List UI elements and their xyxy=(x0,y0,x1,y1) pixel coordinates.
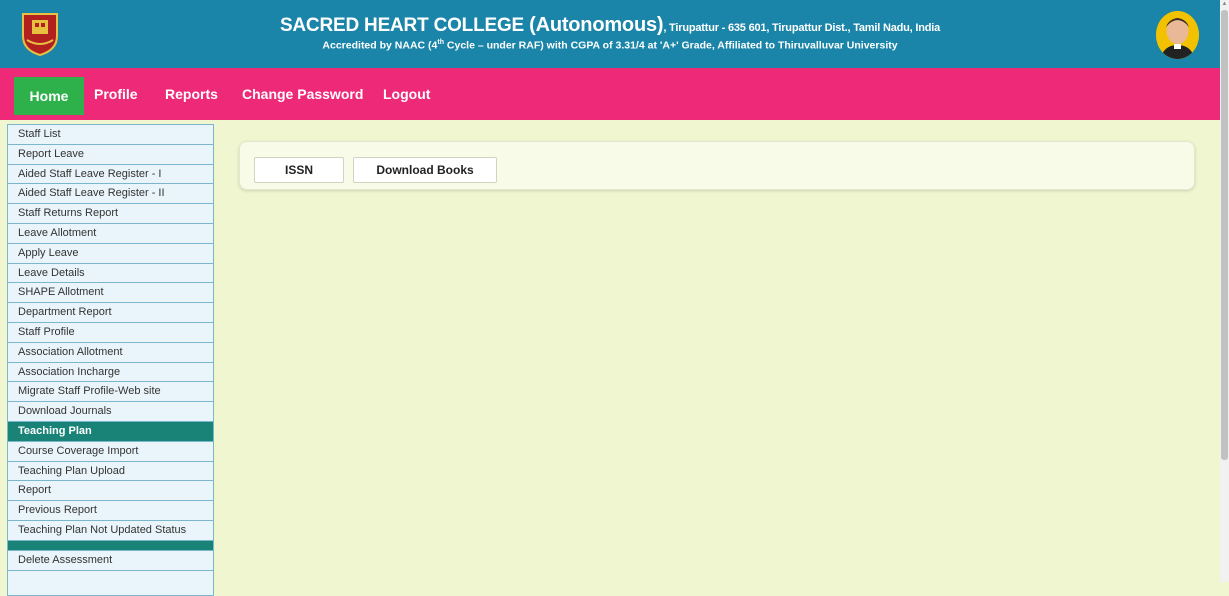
sidebar-menu: Staff List Report Leave Aided Staff Leav… xyxy=(7,124,214,596)
page-scrollbar[interactable]: ▲ xyxy=(1220,0,1229,582)
avatar xyxy=(1156,11,1199,59)
tab-issn[interactable]: ISSN xyxy=(254,157,344,183)
sidebar-item-staff-returns-report[interactable]: Staff Returns Report xyxy=(8,204,213,224)
nav-logout[interactable]: Logout xyxy=(383,68,430,120)
header-bar: SACRED HEART COLLEGE (Autonomous), Tirup… xyxy=(0,0,1220,68)
nav-home[interactable]: Home xyxy=(14,77,84,115)
sidebar-item-migrate-staff-profile[interactable]: Migrate Staff Profile-Web site xyxy=(8,382,213,403)
sidebar-item-aided-leave-register-1[interactable]: Aided Staff Leave Register - I xyxy=(8,165,213,185)
scroll-up-arrow-icon[interactable]: ▲ xyxy=(1221,0,1228,8)
sidebar-item-staff-profile[interactable]: Staff Profile xyxy=(8,323,213,343)
sidebar-item-apply-leave[interactable]: Apply Leave xyxy=(8,244,213,264)
main-nav: Home Profile Reports Change Password Log… xyxy=(0,68,1220,120)
sidebar-section-teaching-plan: Teaching Plan xyxy=(8,421,213,442)
accreditation-line: Accredited by NAAC (4th Cycle – under RA… xyxy=(322,39,898,52)
nav-profile[interactable]: Profile xyxy=(94,68,138,120)
sidebar-item-aided-leave-register-2[interactable]: Aided Staff Leave Register - II xyxy=(8,184,213,205)
sidebar-item-course-coverage-import[interactable]: Course Coverage Import xyxy=(8,442,213,462)
sidebar-item-shape-allotment[interactable]: SHAPE Allotment xyxy=(8,283,213,304)
content-tab-panel: ISSN Download Books xyxy=(239,141,1195,190)
sidebar-item-association-incharge[interactable]: Association Incharge xyxy=(8,363,213,383)
sidebar-item-association-allotment[interactable]: Association Allotment xyxy=(8,343,213,363)
sidebar-item-delete-assessment[interactable]: Delete Assessment xyxy=(8,551,213,571)
sidebar-item-leave-details[interactable]: Leave Details xyxy=(8,264,213,284)
sidebar-item-report[interactable]: Report xyxy=(8,481,213,502)
sidebar-item-previous-report[interactable]: Previous Report xyxy=(8,501,213,521)
sidebar-item-department-report[interactable]: Department Report xyxy=(8,303,213,323)
sidebar-item-download-journals[interactable]: Download Journals xyxy=(8,402,213,422)
sidebar-section-divider xyxy=(8,540,213,551)
sidebar-item-leave-allotment[interactable]: Leave Allotment xyxy=(8,224,213,244)
sidebar-item-teaching-plan-not-updated[interactable]: Teaching Plan Not Updated Status xyxy=(8,521,213,541)
sidebar-item-teaching-plan-upload[interactable]: Teaching Plan Upload xyxy=(8,462,213,482)
scrollbar-thumb[interactable] xyxy=(1221,10,1228,460)
sidebar-item-report-leave[interactable]: Report Leave xyxy=(8,145,213,165)
sidebar-item-staff-list[interactable]: Staff List xyxy=(8,125,213,145)
college-title: SACRED HEART COLLEGE (Autonomous), Tirup… xyxy=(279,14,941,36)
nav-change-password[interactable]: Change Password xyxy=(242,68,363,120)
tab-download-books[interactable]: Download Books xyxy=(353,157,497,183)
nav-reports[interactable]: Reports xyxy=(165,68,218,120)
